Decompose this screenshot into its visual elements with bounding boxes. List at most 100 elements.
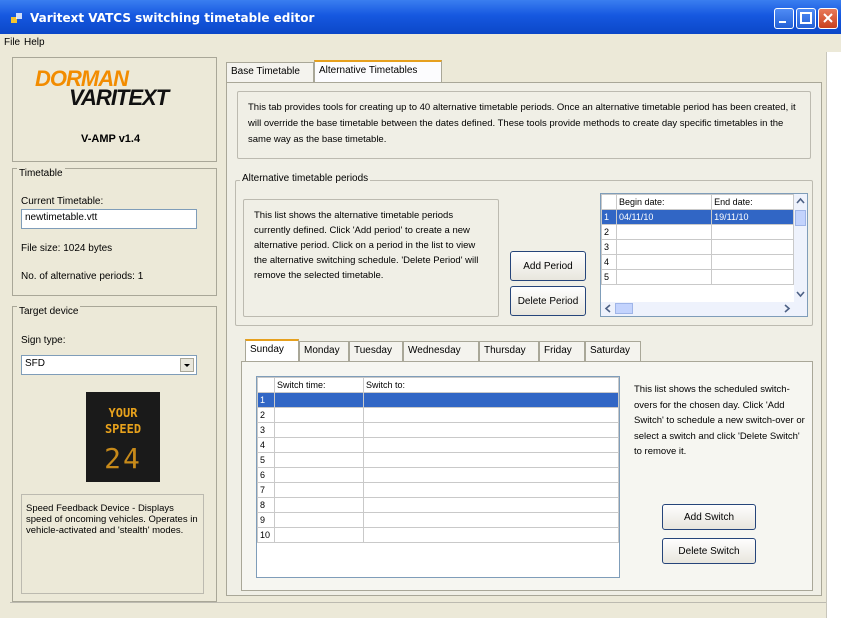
period-row[interactable]: 3 xyxy=(601,239,794,255)
periods-vertical-scrollbar[interactable] xyxy=(794,194,807,302)
switch-to-cell[interactable] xyxy=(363,527,619,543)
period-end-cell[interactable] xyxy=(711,239,794,255)
tab-base-timetable[interactable]: Base Timetable xyxy=(226,62,314,82)
period-row[interactable]: 2 xyxy=(601,224,794,240)
switch-to-cell[interactable] xyxy=(363,497,619,513)
switch-row[interactable]: 4 xyxy=(257,437,619,453)
switch-time-cell[interactable] xyxy=(274,422,364,438)
switch-time-cell[interactable] xyxy=(274,452,364,468)
speed-sign-image: YOUR SPEED 24 xyxy=(86,392,160,482)
switch-to-cell[interactable] xyxy=(363,512,619,528)
switch-row[interactable]: 5 xyxy=(257,452,619,468)
period-end-cell[interactable] xyxy=(711,254,794,270)
window-edge xyxy=(826,52,841,618)
periods-scroll-thumb[interactable] xyxy=(795,210,806,226)
switch-time-cell[interactable] xyxy=(274,497,364,513)
switch-row-num: 9 xyxy=(257,512,275,528)
periods-header-end[interactable]: End date: xyxy=(711,194,794,210)
period-begin-cell[interactable] xyxy=(615,254,713,270)
app-icon xyxy=(11,13,22,23)
switch-time-cell[interactable] xyxy=(274,467,364,483)
menu-bar: File Help xyxy=(0,34,841,52)
switch-header-row: Switch time: Switch to: xyxy=(257,377,619,393)
switch-time-cell[interactable] xyxy=(274,407,364,423)
switch-row-num: 2 xyxy=(257,407,275,423)
switch-row[interactable]: 1 xyxy=(257,392,619,408)
switch-row[interactable]: 9 xyxy=(257,512,619,528)
tab-saturday[interactable]: Saturday xyxy=(585,341,641,361)
tab-thursday[interactable]: Thursday xyxy=(479,341,539,361)
add-switch-button[interactable]: Add Switch xyxy=(662,504,756,530)
period-begin-cell[interactable]: 04/11/10 xyxy=(615,209,713,225)
period-end-cell[interactable] xyxy=(711,224,794,240)
period-row[interactable]: 1 04/11/10 19/11/10 xyxy=(601,209,794,225)
switch-time-cell[interactable] xyxy=(274,437,364,453)
switch-row[interactable]: 3 xyxy=(257,422,619,438)
scroll-down-icon[interactable] xyxy=(795,288,806,299)
timetable-panel: Timetable Current Timetable: newtimetabl… xyxy=(12,168,217,296)
periods-grid[interactable]: Begin date: End date: 1 04/11/10 19/11/1… xyxy=(600,193,808,317)
switch-row-num: 5 xyxy=(257,452,275,468)
scroll-right-icon[interactable] xyxy=(781,303,792,314)
switch-time-cell[interactable] xyxy=(274,527,364,543)
switch-row[interactable]: 2 xyxy=(257,407,619,423)
switch-row[interactable]: 7 xyxy=(257,482,619,498)
switch-to-cell[interactable] xyxy=(363,407,619,423)
switch-to-cell[interactable] xyxy=(363,422,619,438)
period-begin-cell[interactable] xyxy=(615,224,713,240)
menu-help[interactable]: Help xyxy=(24,37,45,48)
sign-type-value: SFD xyxy=(25,358,45,369)
tab-monday[interactable]: Monday xyxy=(299,341,349,361)
switch-row[interactable]: 6 xyxy=(257,467,619,483)
periods-hscroll-thumb[interactable] xyxy=(615,303,633,314)
switch-time-cell[interactable] xyxy=(274,512,364,528)
period-begin-cell[interactable] xyxy=(615,239,713,255)
period-end-cell[interactable]: 19/11/10 xyxy=(711,209,794,225)
switch-row-num: 3 xyxy=(257,422,275,438)
tab-tuesday[interactable]: Tuesday xyxy=(349,341,403,361)
sign-type-select[interactable]: SFD xyxy=(21,355,197,375)
switch-to-cell[interactable] xyxy=(363,392,619,408)
sign-line-your: YOUR xyxy=(108,406,138,420)
switch-time-cell[interactable] xyxy=(274,392,364,408)
current-timetable-field[interactable]: newtimetable.vtt xyxy=(21,209,197,229)
period-end-cell[interactable] xyxy=(711,269,794,285)
scroll-left-icon[interactable] xyxy=(603,303,614,314)
close-button[interactable] xyxy=(818,8,838,29)
title-bar[interactable]: Varitext VATCS switching timetable edito… xyxy=(0,0,841,34)
periods-header-row: Begin date: End date: xyxy=(601,194,794,210)
scroll-up-icon[interactable] xyxy=(795,196,806,207)
switch-grid[interactable]: Switch time: Switch to: 1 2 3 4 5 6 7 8 … xyxy=(256,376,620,578)
minimize-button[interactable] xyxy=(774,8,794,29)
switch-to-cell[interactable] xyxy=(363,482,619,498)
menu-file[interactable]: File xyxy=(4,37,20,48)
target-device-legend: Target device xyxy=(17,306,81,317)
dropdown-arrow-icon[interactable] xyxy=(180,358,194,372)
maximize-button[interactable] xyxy=(796,8,816,29)
tab-alternative-timetables[interactable]: Alternative Timetables xyxy=(314,60,442,82)
tab-sunday[interactable]: Sunday xyxy=(245,339,299,361)
tab-friday[interactable]: Friday xyxy=(539,341,585,361)
delete-period-button[interactable]: Delete Period xyxy=(510,286,586,316)
period-begin-cell[interactable] xyxy=(615,269,713,285)
sign-type-label: Sign type: xyxy=(21,335,66,346)
switch-header-to[interactable]: Switch to: xyxy=(363,377,619,393)
period-row[interactable]: 4 xyxy=(601,254,794,270)
chevron-down-icon xyxy=(184,364,190,367)
switch-to-cell[interactable] xyxy=(363,452,619,468)
switch-header-time[interactable]: Switch time: xyxy=(274,377,364,393)
periods-horizontal-scrollbar[interactable] xyxy=(601,302,807,316)
switch-description: This list shows the scheduled switch-ove… xyxy=(634,384,805,457)
add-period-button[interactable]: Add Period xyxy=(510,251,586,281)
switch-row-num: 4 xyxy=(257,437,275,453)
switch-row[interactable]: 10 xyxy=(257,527,619,543)
switch-row[interactable]: 8 xyxy=(257,497,619,513)
period-row[interactable]: 5 xyxy=(601,269,794,285)
switch-time-cell[interactable] xyxy=(274,482,364,498)
periods-header-begin[interactable]: Begin date: xyxy=(615,194,713,210)
logo-panel: DORMAN VARITEXT V-AMP v1.4 xyxy=(12,57,217,162)
switch-to-cell[interactable] xyxy=(363,437,619,453)
switch-to-cell[interactable] xyxy=(363,467,619,483)
tab-wednesday[interactable]: Wednesday xyxy=(403,341,479,361)
delete-switch-button[interactable]: Delete Switch xyxy=(662,538,756,564)
